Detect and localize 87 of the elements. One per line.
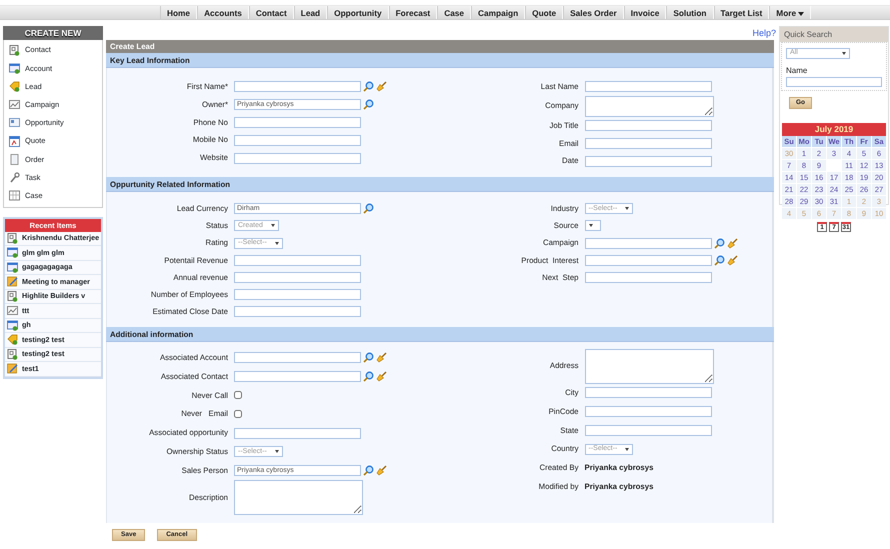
board-icon <box>9 117 20 128</box>
broom-icon[interactable] <box>726 254 738 266</box>
text-field[interactable] <box>584 387 712 398</box>
caret-icon <box>625 207 630 210</box>
nav-link[interactable]: Accounts <box>197 6 249 19</box>
note-icon <box>7 276 18 288</box>
broom-icon[interactable] <box>376 371 387 382</box>
text-field[interactable] <box>584 81 712 92</box>
text-area[interactable] <box>584 348 714 384</box>
caret-icon <box>842 52 846 55</box>
search-icon[interactable] <box>363 99 374 110</box>
text-field[interactable] <box>234 254 361 266</box>
text-field[interactable] <box>584 254 712 266</box>
text-area[interactable] <box>234 480 363 516</box>
text-field[interactable] <box>234 116 361 128</box>
text-field[interactable] <box>584 138 712 149</box>
nav-link[interactable]: Home <box>160 6 198 19</box>
help-link[interactable]: Help? <box>752 28 776 38</box>
caret-icon <box>274 450 279 454</box>
search-field[interactable] <box>786 76 882 87</box>
document-icon <box>9 136 20 147</box>
checkbox[interactable] <box>234 391 242 400</box>
window-icon <box>7 262 18 273</box>
text-field[interactable] <box>584 406 712 418</box>
text-area[interactable] <box>584 96 714 117</box>
panel-header: CREATE NEW <box>3 26 103 40</box>
text-field[interactable] <box>584 424 712 436</box>
broom-icon[interactable] <box>726 238 738 249</box>
text-field[interactable] <box>234 81 361 92</box>
search-icon[interactable] <box>363 465 374 476</box>
text-field[interactable] <box>584 272 712 284</box>
text-field[interactable] <box>584 156 712 167</box>
nav-link[interactable]: Opportunity <box>327 6 389 19</box>
nav-link[interactable]: Campaign <box>471 6 526 19</box>
nav-link[interactable]: Sales Order <box>563 6 624 19</box>
text-field[interactable] <box>234 134 361 146</box>
nav-link[interactable]: Solution <box>666 6 714 19</box>
search-icon[interactable] <box>714 254 724 266</box>
document-icon <box>9 154 20 165</box>
nav-link[interactable]: Invoice <box>624 6 666 19</box>
search-icon[interactable] <box>363 203 374 214</box>
grid-icon <box>9 190 20 202</box>
dropdown[interactable] <box>584 220 600 232</box>
nav-link[interactable]: Target List <box>714 6 770 19</box>
tag-icon <box>7 334 18 346</box>
search-icon[interactable] <box>714 238 724 249</box>
card-icon <box>7 232 18 244</box>
text-field[interactable] <box>234 352 361 364</box>
broom-icon[interactable] <box>376 81 387 92</box>
nav-link[interactable]: Quote <box>525 6 564 19</box>
nav-link[interactable]: More <box>769 6 812 19</box>
card-icon <box>7 348 18 360</box>
checkbox[interactable] <box>234 410 242 418</box>
text-field[interactable] <box>234 272 361 284</box>
text-field[interactable] <box>234 306 361 318</box>
card-icon <box>7 290 18 302</box>
tag-icon <box>9 80 20 92</box>
nav-link[interactable]: Lead <box>294 6 328 19</box>
caret-icon <box>274 242 279 245</box>
text-field[interactable] <box>234 152 361 164</box>
chart-icon <box>7 305 18 316</box>
text-field[interactable] <box>234 371 361 382</box>
search-icon[interactable] <box>363 371 374 382</box>
field-label: Name <box>786 64 808 77</box>
window-icon <box>9 62 20 74</box>
text-field[interactable] <box>234 428 361 439</box>
broom-icon[interactable] <box>376 465 387 476</box>
text-field[interactable] <box>584 238 712 249</box>
nav-link[interactable]: Case <box>437 6 472 19</box>
window-icon <box>7 320 18 331</box>
panel-header: Quick Search <box>780 27 888 42</box>
nav-link[interactable]: Contact <box>248 6 294 19</box>
note-icon <box>7 363 18 374</box>
caret-icon <box>588 224 592 228</box>
card-icon <box>9 44 20 56</box>
search-icon[interactable] <box>363 81 374 92</box>
text-field[interactable] <box>234 289 361 300</box>
nav-link[interactable]: Forecast <box>388 6 438 19</box>
calendar-header: July 2019 <box>782 122 886 136</box>
broom-icon[interactable] <box>376 352 387 364</box>
text-field[interactable] <box>584 120 712 132</box>
window-icon <box>7 247 18 258</box>
caret-icon <box>270 224 275 228</box>
wrench-icon <box>9 172 20 183</box>
chart-icon <box>9 99 20 110</box>
search-icon[interactable] <box>363 352 374 364</box>
caret-icon <box>625 448 630 451</box>
